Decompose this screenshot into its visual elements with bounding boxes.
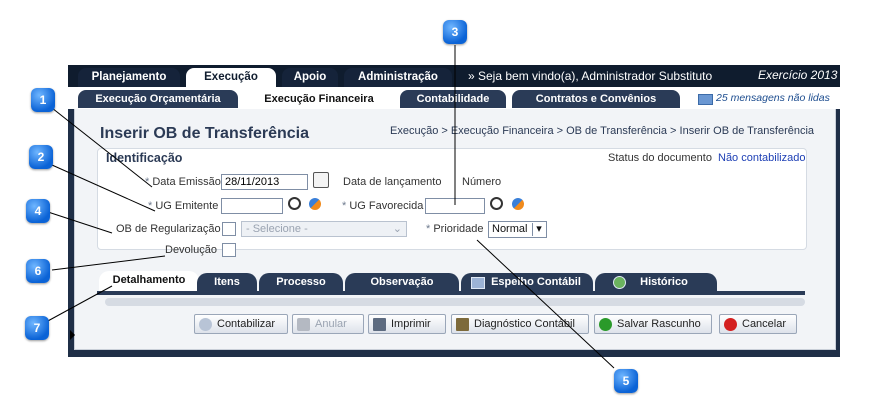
callout-badge-7: 7 xyxy=(25,316,49,340)
callout-badge-5: 5 xyxy=(614,369,638,393)
callout-badge-3: 3 xyxy=(443,20,467,44)
callout-badge-2: 2 xyxy=(29,145,53,169)
callout-badge-1: 1 xyxy=(31,88,55,112)
callout-lines xyxy=(45,45,615,369)
callout-badge-4: 4 xyxy=(26,199,50,223)
callout-badge-6: 6 xyxy=(26,259,50,283)
